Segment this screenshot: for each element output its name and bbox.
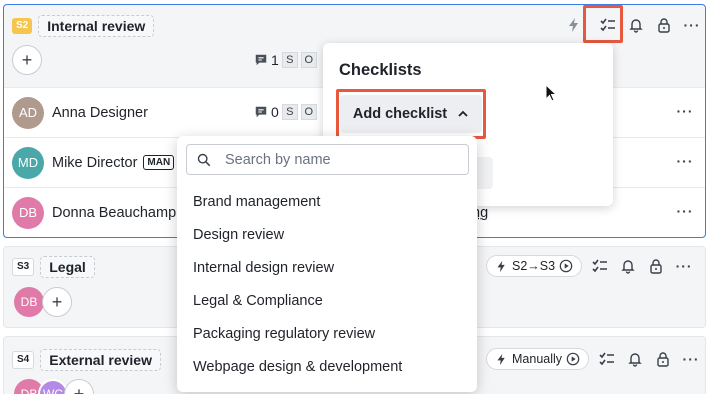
plus-icon: + <box>73 383 85 394</box>
stage-badge: S2 <box>12 18 33 34</box>
member-name: Donna Beauchamp <box>52 204 177 221</box>
status-box: O <box>300 52 317 68</box>
stage-members: DB WC + <box>14 379 94 394</box>
option-item[interactable]: Internal design review <box>193 260 334 276</box>
stage-badge: S4 <box>12 351 35 369</box>
more-icon[interactable]: ··· <box>674 258 694 274</box>
status-box: S <box>281 52 298 68</box>
stage-name[interactable]: Legal <box>40 256 95 278</box>
checklist-dropdown: Brand management Design review Internal … <box>177 136 477 392</box>
more-icon[interactable]: ··· <box>681 351 701 367</box>
play-circle-icon[interactable] <box>559 259 573 273</box>
role-badge: MAN <box>143 155 175 170</box>
bell-icon[interactable] <box>625 349 645 369</box>
plus-icon: + <box>51 291 63 312</box>
stage-name[interactable]: External review <box>40 349 161 371</box>
stage-header: S4 External review <box>12 349 161 371</box>
lock-icon[interactable] <box>653 349 673 369</box>
popover-title: Checklists <box>339 61 422 79</box>
status-box: S <box>281 104 298 120</box>
avatar: AD <box>12 96 44 129</box>
trigger-pill[interactable]: Manually <box>486 348 590 370</box>
status-box: O <box>300 104 317 120</box>
option-item[interactable]: Legal & Compliance <box>193 293 323 309</box>
search-box[interactable] <box>186 144 469 175</box>
trigger-label: S2→S3 <box>512 259 556 273</box>
option-item[interactable]: Webpage design & development <box>193 359 402 375</box>
avatar: MD <box>12 146 44 179</box>
comment-icon <box>255 106 267 118</box>
search-icon <box>197 153 211 166</box>
add-member-button[interactable]: + <box>12 45 42 75</box>
trigger-label: Manually <box>512 352 563 366</box>
checklist-icon[interactable] <box>590 256 610 276</box>
comment-count: 0 <box>271 104 279 120</box>
play-circle-icon[interactable] <box>566 352 580 366</box>
more-icon[interactable]: ··· <box>675 153 695 169</box>
more-icon[interactable]: ··· <box>675 203 695 219</box>
highlight-box <box>583 5 623 43</box>
member-name: Anna Designer <box>52 104 148 121</box>
bolt-icon[interactable] <box>564 15 584 35</box>
bell-icon[interactable] <box>618 256 638 276</box>
stage-badge: S3 <box>12 258 35 276</box>
option-item[interactable]: Packaging regulatory review <box>193 326 375 342</box>
comment-icon <box>255 54 267 66</box>
lock-icon[interactable] <box>646 256 666 276</box>
stage-actions: S2→S3 ··· <box>486 255 694 277</box>
trigger-pill[interactable]: S2→S3 <box>486 255 583 277</box>
bell-icon[interactable] <box>626 15 646 35</box>
stage-name[interactable]: Internal review <box>38 15 155 37</box>
stage-comment-stat: 1 S O <box>254 52 317 68</box>
option-item[interactable]: Brand management <box>193 194 320 210</box>
lock-icon[interactable] <box>654 15 674 35</box>
member-comment-stat: 0 S O <box>254 104 317 120</box>
comment-count: 1 <box>271 52 279 68</box>
plus-icon: + <box>21 49 33 70</box>
bolt-icon <box>497 353 505 365</box>
add-member-button[interactable]: + <box>64 379 94 394</box>
search-input[interactable] <box>225 151 455 168</box>
avatar: DB <box>14 287 44 317</box>
member-name: Mike Director <box>52 154 138 171</box>
stage-header: S2 Internal review <box>12 15 155 37</box>
highlight-box <box>336 89 486 139</box>
mouse-cursor-icon <box>545 84 558 102</box>
stage-actions: Manually ··· <box>486 348 701 370</box>
avatar: DB <box>12 196 44 229</box>
add-member-button[interactable]: + <box>42 287 72 317</box>
bolt-icon <box>497 260 505 272</box>
more-icon[interactable]: ··· <box>675 103 695 119</box>
checklist-icon[interactable] <box>597 349 617 369</box>
more-icon[interactable]: ··· <box>682 17 702 33</box>
stage-header: S3 Legal <box>12 256 95 278</box>
stage-members: DB + <box>14 287 72 317</box>
option-item[interactable]: Design review <box>193 227 284 243</box>
